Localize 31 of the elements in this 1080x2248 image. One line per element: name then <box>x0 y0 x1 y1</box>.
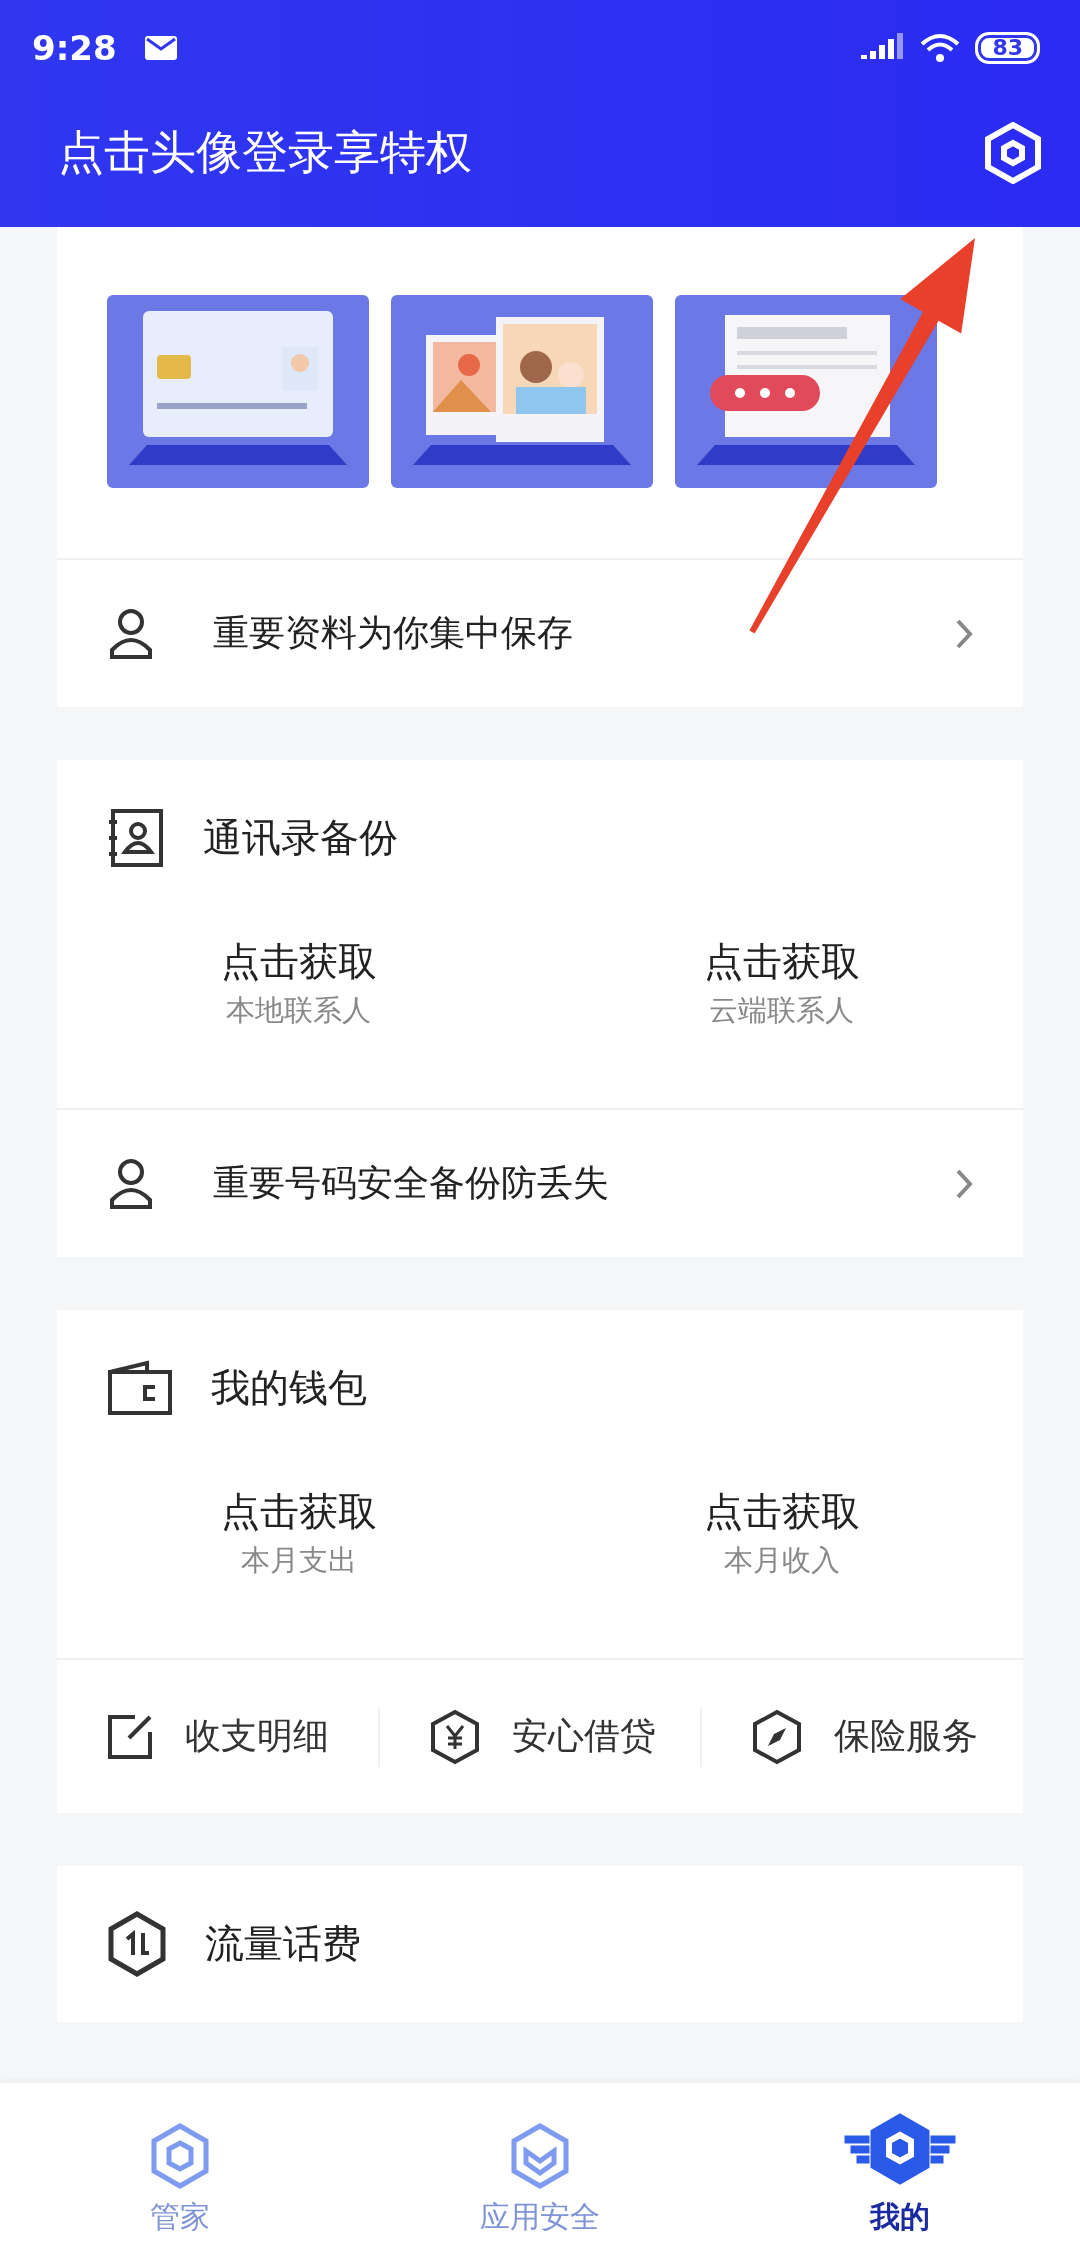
login-prompt[interactable]: 点击头像登录享特权 <box>58 122 472 184</box>
contact-book-icon <box>107 808 165 868</box>
shield-icon <box>510 2123 570 2189</box>
mail-icon <box>144 35 177 60</box>
chevron-right-icon <box>955 617 973 650</box>
tab[interactable]: 我的 <box>720 2083 1080 2248</box>
person-icon <box>109 1157 153 1210</box>
edit-icon <box>107 1713 153 1760</box>
stat-item[interactable]: 点击获取 本地联系人 <box>57 916 540 1108</box>
section-title: 我的钱包 <box>211 1364 367 1412</box>
stat-item[interactable]: 点击获取 本月收入 <box>540 1466 1023 1658</box>
action-item[interactable]: 收支明细 <box>57 1706 378 1767</box>
wifi-icon <box>919 31 962 64</box>
yen-hexagon-icon <box>429 1708 480 1765</box>
battery-indicator: 83 <box>975 31 1040 64</box>
hexagon-icon <box>107 1911 167 1977</box>
status-time: 9:28 <box>32 27 117 68</box>
stat-item[interactable]: 点击获取 云端联系人 <box>540 916 1023 1108</box>
section-title: 流量话费 <box>205 1920 361 1968</box>
chevron-right-icon <box>955 1167 973 1200</box>
list-item[interactable]: 重要号码安全备份防丢失 <box>57 1110 1023 1257</box>
hexagon-icon <box>150 2123 210 2189</box>
action-item[interactable]: 保险服务 <box>700 1706 1023 1767</box>
section-title: 通讯录备份 <box>203 814 398 862</box>
person-icon <box>109 607 153 660</box>
stat-item[interactable]: 点击获取 本月支出 <box>57 1466 540 1658</box>
action-item[interactable]: 安心借贷 <box>377 1706 701 1767</box>
list-item[interactable]: 重要资料为你集中保存 <box>57 560 1023 707</box>
compass-icon <box>752 1708 803 1765</box>
settings-icon[interactable] <box>984 122 1042 184</box>
wallet-icon <box>107 1360 173 1416</box>
